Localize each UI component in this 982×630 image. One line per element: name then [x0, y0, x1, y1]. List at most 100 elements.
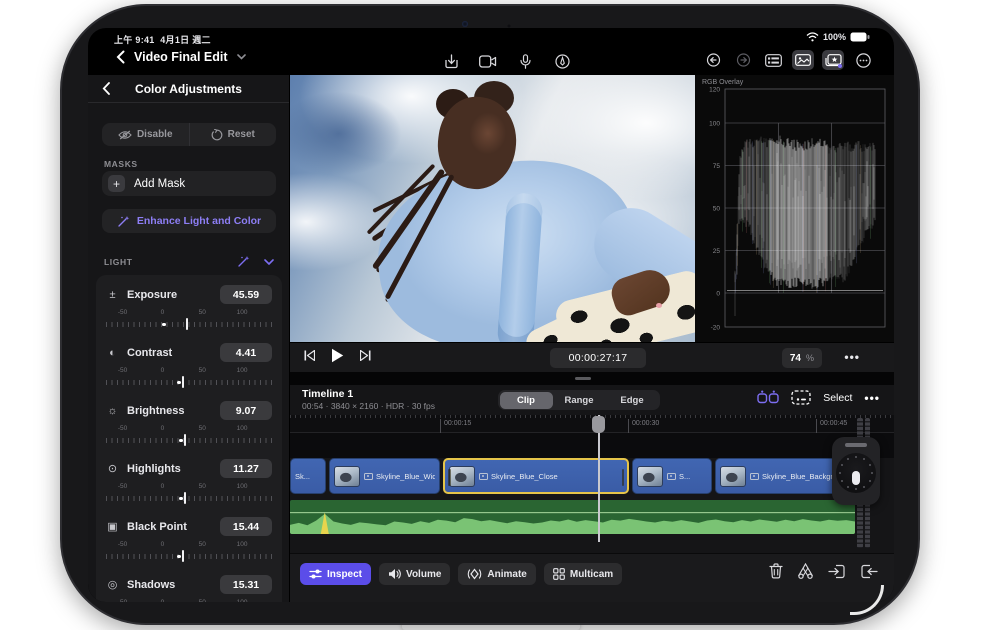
timeline-panel: Timeline 1 00:54 · 3840 × 2160 · HDR · 3… — [290, 385, 894, 602]
volume-icon — [388, 568, 401, 580]
slider-label: Shadows — [127, 579, 212, 591]
timeline-clip[interactable]: S... — [632, 458, 712, 494]
photos-icon[interactable] — [792, 50, 814, 70]
clip-thumbnail — [720, 466, 746, 487]
undo-icon[interactable] — [702, 50, 724, 70]
timeline-clip[interactable]: Skyline_Blue_Close — [443, 458, 629, 494]
insert-media-icon[interactable] — [828, 564, 846, 579]
slider-default-dot — [179, 497, 183, 501]
light-section-header[interactable]: LIGHT — [104, 255, 274, 268]
timeline-title: Timeline 1 — [302, 388, 353, 400]
jog-wheel-panel[interactable] — [832, 437, 880, 505]
timeline-clip[interactable]: Sk... — [290, 458, 326, 494]
enhance-light-color-button[interactable]: Enhance Light and Color — [102, 209, 276, 233]
camera-icon[interactable] — [477, 51, 499, 71]
inspector-panel-icon[interactable] — [762, 50, 784, 70]
disable-button[interactable]: Disable — [102, 123, 190, 146]
clip-thumbnail — [637, 466, 663, 487]
jog-dial[interactable] — [836, 453, 876, 493]
slider-track[interactable] — [106, 435, 272, 445]
slider-exposure[interactable]: ± Exposure 45.59 -50050100 — [106, 285, 272, 329]
slider-value[interactable]: 45.59 — [220, 285, 272, 304]
next-frame-icon[interactable] — [360, 350, 371, 361]
inspect-button[interactable]: Inspect — [300, 563, 371, 585]
overwrite-icon[interactable] — [860, 564, 878, 579]
slider-thumb[interactable] — [182, 376, 184, 388]
scope-title: RGB Overlay — [702, 79, 743, 86]
delete-icon[interactable] — [769, 563, 783, 579]
slider-value[interactable]: 15.44 — [220, 517, 272, 536]
slider-label: Highlights — [127, 463, 212, 475]
slider-value[interactable]: 15.31 — [220, 575, 272, 594]
clip-thumbnail — [334, 466, 360, 487]
svg-text:75: 75 — [713, 163, 721, 170]
exposure-icon: ± — [106, 289, 119, 301]
import-icon[interactable] — [440, 51, 462, 71]
slider-track[interactable] — [106, 377, 272, 387]
playhead-line[interactable] — [598, 415, 600, 542]
play-icon[interactable] — [331, 348, 344, 363]
panel-back-icon[interactable] — [102, 82, 110, 95]
slider-value[interactable]: 9.07 — [220, 401, 272, 420]
slider-tick-labels: -50050100 — [106, 425, 272, 434]
audio-track[interactable] — [290, 500, 855, 534]
slider-shadows[interactable]: ◎ Shadows 15.31 -50050100 — [106, 575, 272, 602]
pencil-tools-icon[interactable] — [551, 51, 573, 71]
slider-brightness[interactable]: ☼ Brightness 9.07 -50050100 — [106, 401, 272, 445]
slider-track[interactable] — [106, 551, 272, 561]
status-date: 4月1日 週二 — [160, 35, 211, 45]
svg-text:0: 0 — [716, 290, 720, 297]
slider-black-point[interactable]: ▣ Black Point 15.44 -50050100 — [106, 517, 272, 561]
timecode-display[interactable]: 00:00:27:17 — [550, 348, 646, 368]
slider-value[interactable]: 4.41 — [220, 343, 272, 362]
placeholder-clip-icon[interactable] — [791, 390, 811, 405]
timeline-resize-handle[interactable] — [575, 377, 591, 380]
title-chevron-down-icon[interactable] — [237, 54, 246, 60]
volume-button[interactable]: Volume — [379, 563, 450, 585]
slider-highlights[interactable]: ⊙ Highlights 11.27 -50050100 — [106, 459, 272, 503]
animate-button[interactable]: Animate — [458, 563, 535, 585]
previous-frame-icon[interactable] — [304, 350, 315, 361]
back-icon[interactable] — [116, 50, 125, 64]
reset-button[interactable]: Reset — [190, 123, 277, 146]
project-title[interactable]: Video Final Edit — [134, 50, 228, 64]
light-collapse-chevron-icon[interactable] — [264, 259, 274, 265]
reset-icon — [211, 129, 223, 141]
viewer-zoom-control[interactable]: 74% — [782, 348, 822, 368]
slider-thumb[interactable] — [184, 434, 186, 446]
stage: 上午 9:41 4月1日 週二 100% Video Final Edit — [0, 0, 982, 630]
connect-clips-icon[interactable] — [757, 390, 779, 405]
mode-clip[interactable]: Clip — [500, 392, 553, 409]
mode-edge[interactable]: Edge — [606, 392, 659, 409]
mic-icon[interactable] — [514, 51, 536, 71]
viewer-preview — [290, 75, 695, 342]
clip-name: Sk... — [295, 472, 310, 481]
slider-contrast[interactable]: ◐ Contrast 4.41 -50050100 — [106, 343, 272, 387]
jog-grip-handle[interactable] — [845, 443, 867, 447]
timeline-clip[interactable]: Skyline_Blue_Wide — [329, 458, 440, 494]
select-button[interactable]: Select — [823, 392, 852, 404]
slider-track[interactable] — [106, 493, 272, 503]
slider-thumb[interactable] — [184, 492, 186, 504]
playhead-handle[interactable] — [592, 416, 605, 433]
slider-label: Exposure — [127, 289, 212, 301]
mode-range[interactable]: Range — [553, 392, 606, 409]
slider-thumb[interactable] — [186, 318, 188, 330]
effects-browser-icon[interactable] — [822, 50, 844, 70]
blade-icon[interactable] — [797, 563, 814, 579]
slider-thumb[interactable] — [182, 550, 184, 562]
slider-label: Contrast — [127, 347, 212, 359]
multicam-button[interactable]: Multicam — [544, 563, 622, 585]
timeline-more-icon[interactable]: ••• — [864, 391, 880, 405]
jog-marker — [852, 471, 860, 485]
effects-badge — [838, 64, 842, 68]
more-icon[interactable] — [852, 50, 874, 70]
redo-icon[interactable] — [732, 50, 754, 70]
slider-track[interactable] — [106, 319, 272, 329]
light-auto-wand-icon[interactable] — [237, 255, 250, 268]
add-mask-button[interactable]: + Add Mask — [102, 171, 276, 196]
timeline-subtitle: 00:54 · 3840 × 2160 · HDR · 30 fps — [302, 401, 435, 411]
slider-value[interactable]: 11.27 — [220, 459, 272, 478]
battery-icon — [850, 32, 870, 42]
viewer-more-icon[interactable]: ••• — [844, 350, 860, 364]
